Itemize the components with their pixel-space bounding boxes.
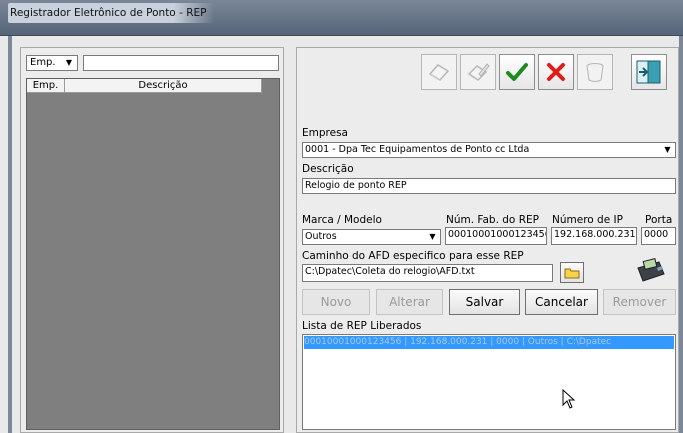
ip-input[interactable]: 192.168.000.231	[551, 227, 637, 245]
filter-field-select[interactable]: Emp. ▼	[26, 55, 78, 71]
num-fab-label: Núm. Fab. do REP	[446, 214, 539, 226]
folder-icon	[564, 268, 580, 278]
list-item[interactable]: 00010001000123456 | 192.168.000.231 | 00…	[304, 336, 674, 349]
descricao-input[interactable]: Relogio de ponto REP	[302, 178, 676, 194]
company-grid[interactable]: Emp. Descrição	[26, 78, 280, 430]
chevron-down-icon[interactable]: ▼	[62, 57, 76, 69]
column-header-emp[interactable]: Emp.	[27, 79, 65, 92]
filter-search-input[interactable]	[83, 55, 279, 71]
empresa-select[interactable]: 0001 - Dpa Tec Equipamentos de Ponto cc …	[302, 142, 676, 158]
caminho-afd-input[interactable]: C:\Dpatec\Coleta do relogio\AFD.txt	[302, 264, 553, 282]
company-list-panel: Emp. ▼ Emp. Descrição	[20, 47, 284, 433]
rep-form-panel: Empresa 0001 - Dpa Tec Equipamentos de P…	[296, 47, 679, 433]
num-fab-input[interactable]: 00010001000123456	[445, 227, 547, 245]
window-frame-right	[679, 36, 683, 433]
grid-header: Emp. Descrição	[27, 79, 262, 93]
window-title: Registrador Eletrônico de Ponto - REP	[8, 3, 215, 23]
chevron-down-icon[interactable]: ▼	[426, 231, 439, 243]
cancelar-button[interactable]: Cancelar	[525, 289, 598, 315]
rep-device-image	[635, 256, 667, 284]
salvar-button[interactable]: Salvar	[449, 289, 520, 315]
exit-door-icon	[636, 60, 661, 84]
column-header-descricao[interactable]: Descrição	[65, 79, 262, 92]
cancel-button[interactable]	[538, 54, 574, 90]
ip-label: Número de IP	[552, 214, 623, 226]
edit-icon	[467, 63, 490, 81]
window-frame-left	[8, 36, 12, 433]
eraser-icon	[428, 64, 450, 81]
browse-folder-button[interactable]	[560, 262, 584, 283]
title-bar: Registrador Eletrônico de Ponto - REP	[0, 0, 683, 36]
delete-button[interactable]	[577, 54, 613, 90]
mouse-cursor-icon	[562, 389, 576, 409]
empresa-value: 0001 - Dpa Tec Equipamentos de Ponto cc …	[305, 144, 530, 155]
porta-label: Porta	[645, 214, 673, 226]
descricao-label: Descrição	[302, 163, 354, 175]
check-icon	[506, 63, 528, 81]
marca-modelo-value: Outros	[305, 231, 337, 242]
exit-button[interactable]	[631, 54, 667, 90]
rep-list[interactable]: 00010001000123456 | 192.168.000.231 | 00…	[302, 334, 676, 430]
caminho-afd-label: Caminho do AFD especifico para esse REP	[302, 250, 524, 262]
marca-modelo-label: Marca / Modelo	[302, 214, 382, 226]
chevron-down-icon[interactable]: ▼	[661, 144, 674, 156]
confirm-button[interactable]	[499, 54, 535, 90]
alterar-button[interactable]: Alterar	[376, 289, 443, 315]
edit-button[interactable]	[460, 54, 496, 90]
lista-rep-label: Lista de REP Liberados	[302, 320, 422, 332]
porta-input[interactable]: 0000	[641, 227, 676, 245]
clear-button[interactable]	[421, 54, 457, 90]
time-clock-device-icon	[637, 258, 665, 282]
novo-button[interactable]: Novo	[302, 289, 370, 315]
filter-field-value: Emp.	[30, 57, 56, 68]
trash-icon	[586, 63, 604, 82]
empresa-label: Empresa	[302, 127, 348, 139]
cancel-x-icon	[547, 63, 565, 81]
marca-modelo-select[interactable]: Outros ▼	[302, 229, 441, 245]
remover-button[interactable]: Remover	[603, 289, 676, 315]
